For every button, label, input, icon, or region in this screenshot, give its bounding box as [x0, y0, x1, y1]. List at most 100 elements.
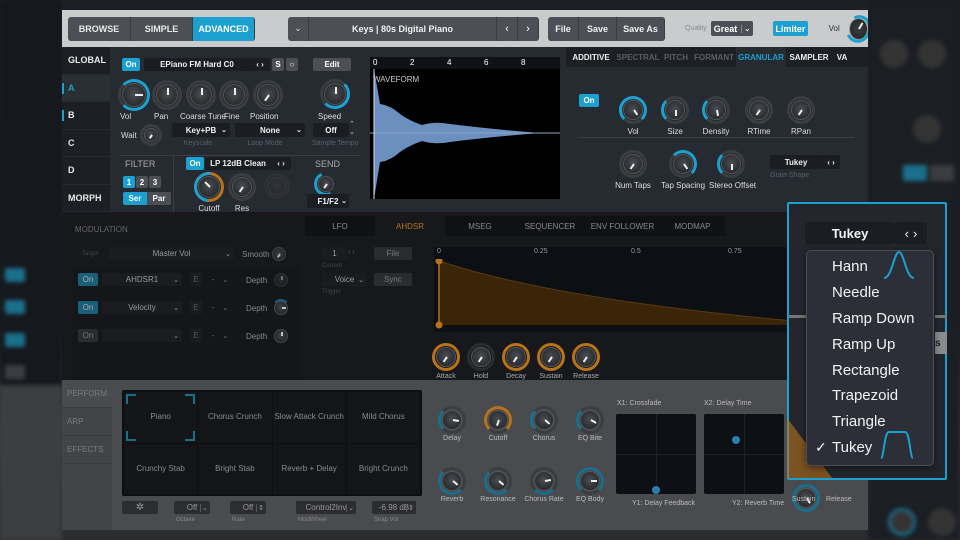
- knob-num-taps[interactable]: [619, 150, 647, 178]
- filter-slot-1[interactable]: 1: [123, 176, 135, 188]
- loop-mode-select[interactable]: None ⌄: [235, 123, 305, 137]
- sample-loop-button[interactable]: ○: [286, 58, 298, 71]
- mod-depth-knob[interactable]: [274, 273, 288, 287]
- sidenav-global[interactable]: GLOBAL: [62, 47, 110, 75]
- macro-knob-resonance[interactable]: [484, 467, 512, 495]
- save-as-button[interactable]: Save As: [617, 16, 665, 41]
- xy-pad-2-handle[interactable]: [732, 436, 740, 445]
- send-knob[interactable]: [310, 168, 342, 200]
- quality-select[interactable]: Great ⌄: [710, 21, 754, 36]
- tab-granular[interactable]: GRANULAR: [736, 47, 786, 67]
- tab-perform[interactable]: PERFORM: [62, 380, 112, 408]
- simple-button[interactable]: SIMPLE: [131, 16, 193, 41]
- target-select[interactable]: Master Vol ⌄: [109, 247, 234, 260]
- preset-prev-button[interactable]: ‹: [497, 16, 518, 41]
- source-name-field[interactable]: EPiano FM Hard C0: [144, 58, 250, 71]
- snapshot-pad[interactable]: Mild Chorus: [346, 392, 420, 443]
- knob-rtime[interactable]: [745, 96, 773, 124]
- tab-mseg[interactable]: MSEG: [445, 216, 515, 236]
- rate-select[interactable]: Off ⇕: [230, 501, 266, 514]
- tab-arp[interactable]: ARP: [62, 408, 112, 436]
- chevron-right-icon[interactable]: ›: [282, 159, 285, 168]
- xy-pad-1[interactable]: [616, 414, 696, 494]
- chevron-left-icon[interactable]: ‹: [256, 60, 259, 69]
- macro-knob-reverb[interactable]: [438, 467, 466, 495]
- current-field[interactable]: 1: [322, 247, 347, 260]
- snapvol-select[interactable]: -6.98 dB ⇕: [372, 501, 416, 514]
- knob-vol[interactable]: [619, 96, 647, 124]
- res-knob[interactable]: [228, 173, 256, 201]
- macro-knob-eq-bite[interactable]: [576, 406, 604, 434]
- mod-row-on-button[interactable]: On: [78, 329, 98, 342]
- tab-modmap[interactable]: MODMAP: [660, 216, 725, 236]
- file-button[interactable]: File: [548, 16, 579, 41]
- sync-button[interactable]: Sync: [374, 273, 412, 286]
- sidenav-c[interactable]: C: [62, 130, 110, 157]
- mod-source-select[interactable]: Velocity ⌄: [102, 301, 182, 314]
- mod-via-select[interactable]: - ⌄: [206, 329, 234, 342]
- snapshot-pad[interactable]: Crunchy Stab: [124, 443, 198, 494]
- mod-source-select[interactable]: AHDSR1 ⌄: [102, 273, 182, 286]
- tab-ahdsr[interactable]: AHDSR: [375, 216, 445, 236]
- limiter-button[interactable]: Limiter: [773, 21, 808, 36]
- filter-serial-button[interactable]: Ser: [123, 192, 147, 205]
- mod-row-on-button[interactable]: On: [78, 301, 98, 314]
- knob-size[interactable]: [661, 96, 689, 124]
- advanced-button[interactable]: ADVANCED: [193, 16, 255, 41]
- sidenav-morph[interactable]: MORPH: [62, 185, 110, 212]
- filter-type-nav[interactable]: ‹ ›: [271, 157, 291, 170]
- chevron-right-icon[interactable]: ›: [261, 60, 264, 69]
- menu-item-trapezoid[interactable]: Trapezoid: [807, 383, 933, 409]
- mod-source-select[interactable]: ⌄: [102, 329, 182, 342]
- sidenav-a[interactable]: A: [62, 74, 110, 102]
- menu-item-ramp-up[interactable]: Ramp Up: [807, 331, 933, 357]
- preset-dropdown-button[interactable]: ⌄: [288, 16, 309, 41]
- mod-depth-knob[interactable]: [272, 299, 290, 315]
- filter-on-button[interactable]: On: [186, 157, 204, 170]
- edit-button[interactable]: Edit: [313, 58, 351, 71]
- snapshot-pad[interactable]: Slow Attack Crunch: [272, 392, 346, 443]
- knob-decay[interactable]: [502, 343, 530, 371]
- save-button[interactable]: Save: [579, 16, 617, 41]
- preset-name[interactable]: Keys | 80s Digital Piano: [309, 16, 497, 41]
- tab-sequencer[interactable]: SEQUENCER: [515, 216, 585, 236]
- source-on-button[interactable]: On: [122, 58, 140, 71]
- xy-pad-2[interactable]: [704, 414, 784, 494]
- macro-knob-cutoff[interactable]: [484, 406, 512, 434]
- chevron-right-icon[interactable]: ›: [913, 226, 917, 241]
- tab-spectral[interactable]: SPECTRAL: [616, 47, 660, 67]
- current-nav[interactable]: ‹ ›: [348, 249, 355, 256]
- cutoff-knob[interactable]: [187, 165, 231, 209]
- tab-formant[interactable]: FORMANT: [692, 47, 736, 67]
- knob-tap-spacing[interactable]: [669, 150, 697, 178]
- knob-density[interactable]: [702, 96, 730, 124]
- wait-knob[interactable]: [140, 124, 162, 146]
- send-select[interactable]: F1/F2 ⌄: [307, 194, 349, 208]
- macro-knob-chorus[interactable]: [530, 406, 558, 434]
- filter-type-field[interactable]: LP 12dB Clean: [205, 157, 271, 170]
- chevron-right-icon[interactable]: ›: [832, 158, 835, 167]
- menu-item-needle[interactable]: Needle: [807, 280, 933, 306]
- mod-e-button[interactable]: E: [190, 301, 202, 314]
- knob-stereo-offset[interactable]: [717, 150, 745, 178]
- tab-pitch[interactable]: PITCH: [660, 47, 692, 67]
- knob-position[interactable]: [253, 80, 283, 110]
- knob-speed[interactable]: [320, 79, 350, 109]
- mod-e-button[interactable]: E: [190, 273, 202, 286]
- smooth-knob[interactable]: [272, 247, 286, 261]
- knob-pan[interactable]: [152, 80, 182, 110]
- snapshot-pad[interactable]: Chorus Crunch: [198, 392, 272, 443]
- knob-sustain[interactable]: [537, 343, 565, 371]
- menu-item-tukey[interactable]: ✓ Tukey: [807, 430, 933, 461]
- filter-parallel-button[interactable]: Par: [147, 192, 171, 205]
- mod-file-button[interactable]: File: [374, 247, 412, 260]
- popup-header-nav[interactable]: ‹ ›: [895, 222, 927, 244]
- filter-slot-2[interactable]: 2: [136, 176, 148, 188]
- macro-knob-eq-body[interactable]: [576, 467, 604, 495]
- solo-button[interactable]: S: [272, 58, 284, 71]
- knob-hold[interactable]: [467, 343, 495, 371]
- pad-settings-button[interactable]: ✲: [122, 501, 158, 514]
- chevron-left-icon[interactable]: ‹: [827, 158, 830, 167]
- stepper-arrows-icon[interactable]: ⌃ ⌄: [349, 121, 355, 137]
- knob-release[interactable]: [572, 343, 600, 371]
